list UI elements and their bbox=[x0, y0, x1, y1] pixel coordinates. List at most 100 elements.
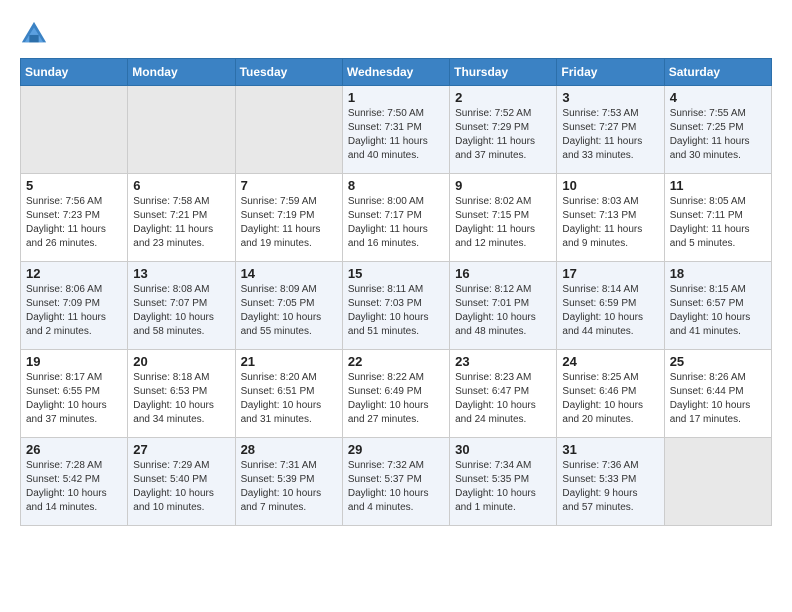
week-row-2: 5 Sunrise: 7:56 AM Sunset: 7:23 PM Daylig… bbox=[21, 174, 772, 262]
day-info: Sunrise: 8:11 AM Sunset: 7:03 PM Dayligh… bbox=[348, 283, 444, 339]
calendar-cell: 11 Sunrise: 8:05 AM Sunset: 7:11 PM Dayli… bbox=[664, 174, 771, 262]
day-number: 1 bbox=[348, 90, 444, 105]
day-number: 15 bbox=[348, 266, 444, 281]
day-number: 2 bbox=[455, 90, 551, 105]
week-row-4: 19 Sunrise: 8:17 AM Sunset: 6:55 PM Dayli… bbox=[21, 350, 772, 438]
weekday-header-friday: Friday bbox=[557, 59, 664, 86]
calendar-cell: 23 Sunrise: 8:23 AM Sunset: 6:47 PM Dayli… bbox=[450, 350, 557, 438]
day-info: Sunrise: 8:03 AM Sunset: 7:13 PM Dayligh… bbox=[562, 195, 658, 251]
calendar-cell: 13 Sunrise: 8:08 AM Sunset: 7:07 PM Dayli… bbox=[128, 262, 235, 350]
day-number: 8 bbox=[348, 178, 444, 193]
calendar-cell: 4Sunrise: 7:55 AM Sunset: 7:25 PM Daylig… bbox=[664, 86, 771, 174]
day-number: 11 bbox=[670, 178, 766, 193]
day-number: 9 bbox=[455, 178, 551, 193]
day-info: Sunrise: 7:56 AM Sunset: 7:23 PM Dayligh… bbox=[26, 195, 122, 251]
day-number: 20 bbox=[133, 354, 229, 369]
calendar-cell bbox=[128, 86, 235, 174]
calendar-cell: 14 Sunrise: 8:09 AM Sunset: 7:05 PM Dayli… bbox=[235, 262, 342, 350]
day-number: 3 bbox=[562, 90, 658, 105]
day-number: 6 bbox=[133, 178, 229, 193]
day-number: 17 bbox=[562, 266, 658, 281]
calendar-cell: 6 Sunrise: 7:58 AM Sunset: 7:21 PM Daylig… bbox=[128, 174, 235, 262]
day-info: Sunrise: 8:02 AM Sunset: 7:15 PM Dayligh… bbox=[455, 195, 551, 251]
day-info: Sunrise: 8:14 AM Sunset: 6:59 PM Dayligh… bbox=[562, 283, 658, 339]
day-info: Sunrise: 7:29 AM Sunset: 5:40 PM Dayligh… bbox=[133, 459, 229, 515]
day-info: Sunrise: 8:20 AM Sunset: 6:51 PM Dayligh… bbox=[241, 371, 337, 427]
day-number: 22 bbox=[348, 354, 444, 369]
day-info: Sunrise: 8:08 AM Sunset: 7:07 PM Dayligh… bbox=[133, 283, 229, 339]
weekday-header-sunday: Sunday bbox=[21, 59, 128, 86]
day-info: Sunrise: 8:06 AM Sunset: 7:09 PM Dayligh… bbox=[26, 283, 122, 339]
weekday-header-thursday: Thursday bbox=[450, 59, 557, 86]
calendar-cell: 24 Sunrise: 8:25 AM Sunset: 6:46 PM Dayli… bbox=[557, 350, 664, 438]
day-number: 26 bbox=[26, 442, 122, 457]
page: SundayMondayTuesdayWednesdayThursdayFrid… bbox=[0, 0, 792, 536]
calendar-cell: 19 Sunrise: 8:17 AM Sunset: 6:55 PM Dayli… bbox=[21, 350, 128, 438]
calendar-cell: 21Sunrise: 8:20 AM Sunset: 6:51 PM Dayli… bbox=[235, 350, 342, 438]
day-number: 31 bbox=[562, 442, 658, 457]
day-number: 25 bbox=[670, 354, 766, 369]
header bbox=[20, 20, 772, 48]
day-number: 13 bbox=[133, 266, 229, 281]
day-number: 30 bbox=[455, 442, 551, 457]
day-info: Sunrise: 7:50 AM Sunset: 7:31 PM Dayligh… bbox=[348, 107, 444, 163]
calendar-cell: 29 Sunrise: 7:32 AM Sunset: 5:37 PM Dayli… bbox=[342, 438, 449, 526]
day-info: Sunrise: 8:23 AM Sunset: 6:47 PM Dayligh… bbox=[455, 371, 551, 427]
weekday-header-tuesday: Tuesday bbox=[235, 59, 342, 86]
day-info: Sunrise: 7:59 AM Sunset: 7:19 PM Dayligh… bbox=[241, 195, 337, 251]
calendar-cell: 10 Sunrise: 8:03 AM Sunset: 7:13 PM Dayli… bbox=[557, 174, 664, 262]
day-info: Sunrise: 8:05 AM Sunset: 7:11 PM Dayligh… bbox=[670, 195, 766, 251]
calendar-cell: 22 Sunrise: 8:22 AM Sunset: 6:49 PM Dayli… bbox=[342, 350, 449, 438]
calendar-cell: 9 Sunrise: 8:02 AM Sunset: 7:15 PM Daylig… bbox=[450, 174, 557, 262]
day-number: 23 bbox=[455, 354, 551, 369]
day-number: 28 bbox=[241, 442, 337, 457]
day-info: Sunrise: 7:55 AM Sunset: 7:25 PM Dayligh… bbox=[670, 107, 766, 163]
day-number: 29 bbox=[348, 442, 444, 457]
logo bbox=[20, 20, 52, 48]
day-number: 19 bbox=[26, 354, 122, 369]
day-info: Sunrise: 8:12 AM Sunset: 7:01 PM Dayligh… bbox=[455, 283, 551, 339]
day-number: 5 bbox=[26, 178, 122, 193]
day-info: Sunrise: 8:09 AM Sunset: 7:05 PM Dayligh… bbox=[241, 283, 337, 339]
day-info: Sunrise: 7:52 AM Sunset: 7:29 PM Dayligh… bbox=[455, 107, 551, 163]
calendar-cell: 1 Sunrise: 7:50 AM Sunset: 7:31 PM Daylig… bbox=[342, 86, 449, 174]
calendar-cell: 16Sunrise: 8:12 AM Sunset: 7:01 PM Dayli… bbox=[450, 262, 557, 350]
day-info: Sunrise: 7:32 AM Sunset: 5:37 PM Dayligh… bbox=[348, 459, 444, 515]
day-number: 7 bbox=[241, 178, 337, 193]
day-info: Sunrise: 7:34 AM Sunset: 5:35 PM Dayligh… bbox=[455, 459, 551, 515]
calendar-cell: 26 Sunrise: 7:28 AM Sunset: 5:42 PM Dayli… bbox=[21, 438, 128, 526]
calendar-table: SundayMondayTuesdayWednesdayThursdayFrid… bbox=[20, 58, 772, 526]
day-info: Sunrise: 8:22 AM Sunset: 6:49 PM Dayligh… bbox=[348, 371, 444, 427]
calendar-cell: 3Sunrise: 7:53 AM Sunset: 7:27 PM Daylig… bbox=[557, 86, 664, 174]
calendar-cell: 15 Sunrise: 8:11 AM Sunset: 7:03 PM Dayli… bbox=[342, 262, 449, 350]
calendar-cell bbox=[21, 86, 128, 174]
day-info: Sunrise: 8:17 AM Sunset: 6:55 PM Dayligh… bbox=[26, 371, 122, 427]
week-row-1: 1 Sunrise: 7:50 AM Sunset: 7:31 PM Daylig… bbox=[21, 86, 772, 174]
weekday-header-row: SundayMondayTuesdayWednesdayThursdayFrid… bbox=[21, 59, 772, 86]
day-info: Sunrise: 7:28 AM Sunset: 5:42 PM Dayligh… bbox=[26, 459, 122, 515]
day-number: 12 bbox=[26, 266, 122, 281]
day-info: Sunrise: 7:31 AM Sunset: 5:39 PM Dayligh… bbox=[241, 459, 337, 515]
day-info: Sunrise: 8:00 AM Sunset: 7:17 PM Dayligh… bbox=[348, 195, 444, 251]
calendar-cell: 20Sunrise: 8:18 AM Sunset: 6:53 PM Dayli… bbox=[128, 350, 235, 438]
calendar-cell: 12 Sunrise: 8:06 AM Sunset: 7:09 PM Dayli… bbox=[21, 262, 128, 350]
calendar-cell: 17 Sunrise: 8:14 AM Sunset: 6:59 PM Dayli… bbox=[557, 262, 664, 350]
calendar-cell: 28 Sunrise: 7:31 AM Sunset: 5:39 PM Dayli… bbox=[235, 438, 342, 526]
calendar-cell: 8 Sunrise: 8:00 AM Sunset: 7:17 PM Daylig… bbox=[342, 174, 449, 262]
logo-icon bbox=[20, 20, 48, 48]
day-info: Sunrise: 7:58 AM Sunset: 7:21 PM Dayligh… bbox=[133, 195, 229, 251]
day-number: 27 bbox=[133, 442, 229, 457]
day-number: 14 bbox=[241, 266, 337, 281]
week-row-5: 26 Sunrise: 7:28 AM Sunset: 5:42 PM Dayli… bbox=[21, 438, 772, 526]
calendar-cell: 5 Sunrise: 7:56 AM Sunset: 7:23 PM Daylig… bbox=[21, 174, 128, 262]
day-info: Sunrise: 8:25 AM Sunset: 6:46 PM Dayligh… bbox=[562, 371, 658, 427]
week-row-3: 12 Sunrise: 8:06 AM Sunset: 7:09 PM Dayli… bbox=[21, 262, 772, 350]
day-number: 18 bbox=[670, 266, 766, 281]
day-number: 10 bbox=[562, 178, 658, 193]
calendar-cell: 31Sunrise: 7:36 AM Sunset: 5:33 PM Dayli… bbox=[557, 438, 664, 526]
calendar-cell bbox=[664, 438, 771, 526]
weekday-header-monday: Monday bbox=[128, 59, 235, 86]
day-number: 24 bbox=[562, 354, 658, 369]
calendar-cell: 2 Sunrise: 7:52 AM Sunset: 7:29 PM Daylig… bbox=[450, 86, 557, 174]
calendar-cell: 25Sunrise: 8:26 AM Sunset: 6:44 PM Dayli… bbox=[664, 350, 771, 438]
